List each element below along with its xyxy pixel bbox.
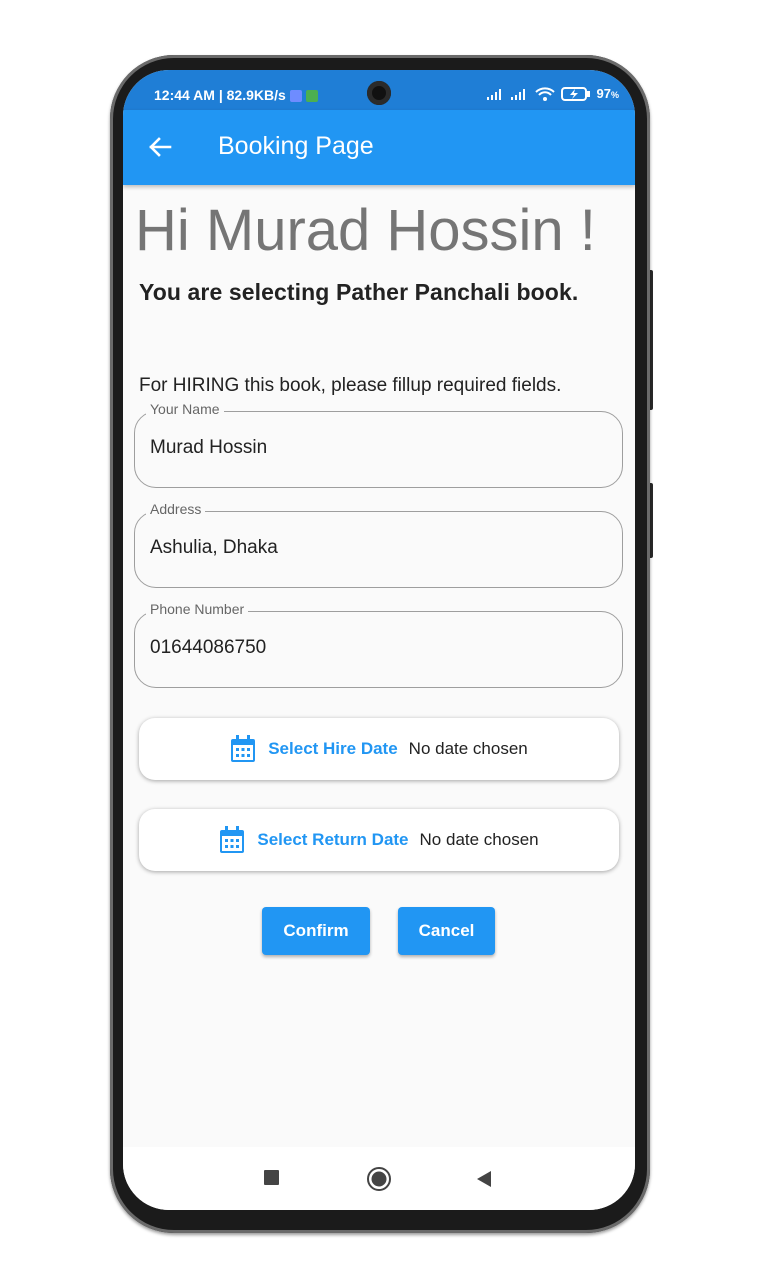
calendar-icon [220, 826, 245, 853]
front-camera [367, 81, 391, 105]
battery-unit: % [610, 90, 619, 100]
calendar-icon [231, 735, 256, 762]
cancel-button[interactable]: Cancel [398, 907, 495, 955]
select-return-date-button[interactable]: Select Return Date No date chosen [139, 809, 619, 871]
phone-field-value[interactable]: 01644086750 [150, 637, 266, 659]
selection-text: You are selecting Pather Panchali book. [139, 279, 579, 305]
phone-screen: 12:44 AM | 82.9KB/s 97% Booking Page Hi … [123, 70, 635, 1210]
battery-value: 97 [596, 86, 611, 101]
app-badge-icon [305, 90, 318, 102]
wifi-icon [534, 86, 555, 101]
return-date-label: Select Return Date [257, 830, 409, 849]
phone-field[interactable]: Phone Number 01644086750 [134, 601, 623, 688]
address-field[interactable]: Address Ashulia, Dhaka [134, 501, 623, 588]
battery-level: 97% [597, 86, 619, 101]
return-date-value: No date chosen [419, 830, 539, 849]
app-bar: Booking Page [123, 110, 635, 185]
address-field-label: Address [146, 501, 206, 517]
name-field-label: Your Name [146, 401, 224, 417]
hire-date-value: No date chosen [408, 739, 528, 758]
notification-badge-icon [289, 90, 302, 102]
back-triangle-icon[interactable] [475, 1169, 493, 1189]
hire-date-label: Select Hire Date [268, 739, 398, 758]
confirm-button[interactable]: Confirm [262, 907, 370, 955]
name-field-value[interactable]: Murad Hossin [150, 437, 267, 459]
home-circle-icon[interactable] [366, 1166, 392, 1192]
status-time: 12:44 AM | 82.9KB/s [154, 87, 318, 103]
address-field-value[interactable]: Ashulia, Dhaka [150, 537, 278, 559]
signal-icon [486, 88, 501, 100]
status-icons: 97% [486, 86, 619, 101]
app-bar-title: Booking Page [218, 132, 374, 160]
status-bar: 12:44 AM | 82.9KB/s 97% [123, 70, 635, 110]
phone-field-label: Phone Number [146, 601, 249, 617]
signal-icon-2 [510, 88, 525, 100]
arrow-back-icon[interactable] [143, 130, 177, 164]
battery-charging-icon [560, 86, 590, 101]
status-time-text: 12:44 AM | 82.9KB/s [154, 87, 286, 103]
greeting-heading: Hi Murad Hossin ! [135, 198, 596, 263]
select-hire-date-button[interactable]: Select Hire Date No date chosen [139, 718, 619, 780]
instruction-text: For HIRING this book, please fillup requ… [139, 375, 562, 396]
name-field[interactable]: Your Name Murad Hossin [134, 401, 623, 488]
recents-square-icon[interactable] [263, 1169, 281, 1187]
system-nav-bar [123, 1147, 635, 1210]
